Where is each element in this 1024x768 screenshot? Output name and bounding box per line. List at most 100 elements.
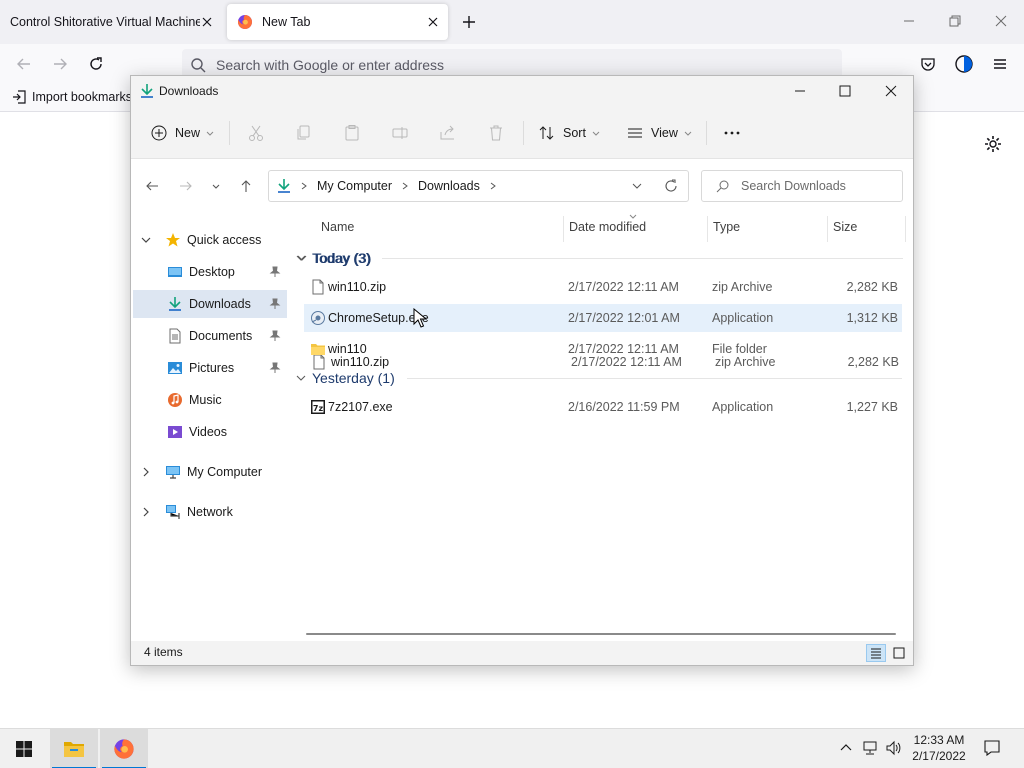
horizontal-scrollbar[interactable]: [306, 633, 896, 635]
mouse-cursor-icon: [413, 308, 427, 328]
sidebar-item-downloads[interactable]: Downloads: [133, 290, 287, 318]
column-header-name[interactable]: Name: [321, 220, 354, 234]
chevron-right-icon[interactable]: [141, 467, 151, 477]
close-icon[interactable]: [994, 14, 1008, 28]
column-header-type[interactable]: Type: [713, 220, 740, 234]
url-bar-placeholder: Search with Google or enter address: [216, 57, 445, 73]
item-count: 4 items: [144, 645, 183, 659]
up-arrow-icon[interactable]: [239, 179, 253, 193]
forward-arrow-icon[interactable]: [179, 179, 193, 193]
sidebar-item-pictures[interactable]: Pictures: [133, 354, 287, 382]
sidebar-item-desktop[interactable]: Desktop: [133, 258, 287, 286]
reload-icon[interactable]: [88, 56, 104, 72]
details-view-button[interactable]: [866, 644, 886, 662]
tiles-view-button[interactable]: [889, 644, 909, 662]
column-header-date[interactable]: Date modified: [569, 220, 646, 234]
sidebar-item-label: Documents: [189, 329, 253, 343]
delete-icon[interactable]: [487, 124, 505, 142]
back-arrow-icon[interactable]: [16, 56, 32, 72]
forward-arrow-icon[interactable]: [52, 56, 68, 72]
column-divider[interactable]: [563, 216, 564, 242]
view-label: View: [651, 126, 678, 140]
refresh-icon[interactable]: [664, 179, 678, 193]
sidebar-item-videos[interactable]: Videos: [133, 418, 287, 446]
chevron-right-icon[interactable]: [141, 507, 151, 517]
chevron-down-icon[interactable]: [631, 180, 643, 192]
status-bar: 4 items: [131, 641, 913, 665]
navigation-pane: Quick access Desktop Downloads Documents…: [131, 212, 293, 634]
search-input[interactable]: Search Downloads: [701, 170, 903, 202]
column-divider[interactable]: [827, 216, 828, 242]
taskbar-file-explorer[interactable]: [50, 729, 98, 768]
breadcrumb-my-computer[interactable]: My Computer: [317, 179, 392, 193]
group-header-today[interactable]: Today (3): [296, 250, 902, 266]
column-divider[interactable]: [905, 216, 906, 242]
zip-file-icon: [312, 279, 324, 295]
sort-button[interactable]: Sort: [539, 123, 600, 143]
search-placeholder: Search Downloads: [741, 179, 846, 193]
maximize-icon[interactable]: [838, 84, 852, 98]
pin-icon[interactable]: [269, 330, 281, 342]
column-divider[interactable]: [707, 216, 708, 242]
chevron-up-icon[interactable]: [838, 740, 854, 756]
notifications-icon[interactable]: [983, 739, 1001, 757]
7zip-icon: 7z: [311, 400, 325, 414]
restore-icon[interactable]: [948, 14, 962, 28]
chevron-down-icon[interactable]: [141, 235, 151, 245]
divider: [229, 121, 230, 145]
explorer-title-bar[interactable]: Downloads: [131, 76, 913, 106]
paste-icon[interactable]: [343, 124, 361, 142]
sidebar-item-my-computer[interactable]: My Computer: [133, 458, 287, 486]
clock-date: 2/17/2022: [912, 749, 966, 763]
table-row[interactable]: win110 2/17/2022 12:11 AM File folder: [304, 335, 902, 363]
table-row[interactable]: win110.zip 2/17/2022 12:11 AM zip Archiv…: [304, 273, 902, 301]
minimize-icon[interactable]: [793, 84, 807, 98]
network-status-icon[interactable]: [862, 740, 878, 756]
windows-logo-icon: [16, 741, 32, 757]
share-icon[interactable]: [439, 124, 457, 142]
address-bar[interactable]: My Computer Downloads: [268, 170, 689, 202]
sidebar-item-documents[interactable]: Documents: [133, 322, 287, 350]
pin-icon[interactable]: [269, 298, 281, 310]
search-icon: [191, 58, 206, 73]
taskbar-firefox[interactable]: [100, 729, 148, 768]
sidebar-item-network[interactable]: Network: [133, 498, 287, 526]
view-button[interactable]: View: [627, 123, 692, 143]
sidebar-item-quick-access[interactable]: Quick access: [133, 226, 287, 254]
plus-icon[interactable]: [461, 14, 477, 30]
close-icon[interactable]: [884, 84, 898, 98]
hamburger-menu-icon[interactable]: [992, 56, 1008, 72]
start-button[interactable]: [0, 729, 48, 768]
rename-icon[interactable]: [391, 124, 409, 142]
minimize-icon[interactable]: [902, 14, 916, 28]
sort-icon: [539, 126, 554, 140]
cut-icon[interactable]: [247, 124, 265, 142]
breadcrumb-downloads[interactable]: Downloads: [418, 179, 480, 193]
more-options-icon[interactable]: [723, 124, 741, 142]
installer-icon: [311, 311, 325, 325]
tab-new-tab[interactable]: New Tab: [227, 4, 448, 40]
pin-icon[interactable]: [269, 266, 281, 278]
gear-icon[interactable]: [984, 135, 1002, 153]
system-clock[interactable]: 12:33 AM 2/17/2022: [906, 732, 972, 764]
account-icon[interactable]: [955, 55, 973, 73]
table-row[interactable]: 7z 7z2107.exe 2/16/2022 11:59 PM Applica…: [304, 393, 902, 421]
import-bookmarks-button[interactable]: Import bookmarks: [12, 90, 132, 104]
back-arrow-icon[interactable]: [145, 179, 159, 193]
pin-icon[interactable]: [269, 362, 281, 374]
copy-icon[interactable]: [295, 124, 313, 142]
table-row[interactable]: ChromeSetup.exe 2/17/2022 12:01 AM Appli…: [304, 304, 902, 332]
recent-locations-icon[interactable]: [211, 179, 221, 193]
close-icon[interactable]: [426, 15, 440, 29]
tab-control-vm[interactable]: Control Shitorative Virtual Machine: [0, 0, 222, 44]
group-header-yesterday[interactable]: Yesterday (1): [296, 370, 902, 386]
column-header-size[interactable]: Size: [833, 220, 857, 234]
pocket-icon[interactable]: [920, 56, 936, 72]
view-list-icon: [628, 128, 642, 138]
videos-icon: [168, 426, 182, 438]
tiles-view-icon: [893, 647, 905, 659]
close-icon[interactable]: [200, 15, 214, 29]
sidebar-item-music[interactable]: Music: [133, 386, 287, 414]
volume-icon[interactable]: [886, 740, 902, 756]
new-button[interactable]: New: [151, 123, 214, 143]
